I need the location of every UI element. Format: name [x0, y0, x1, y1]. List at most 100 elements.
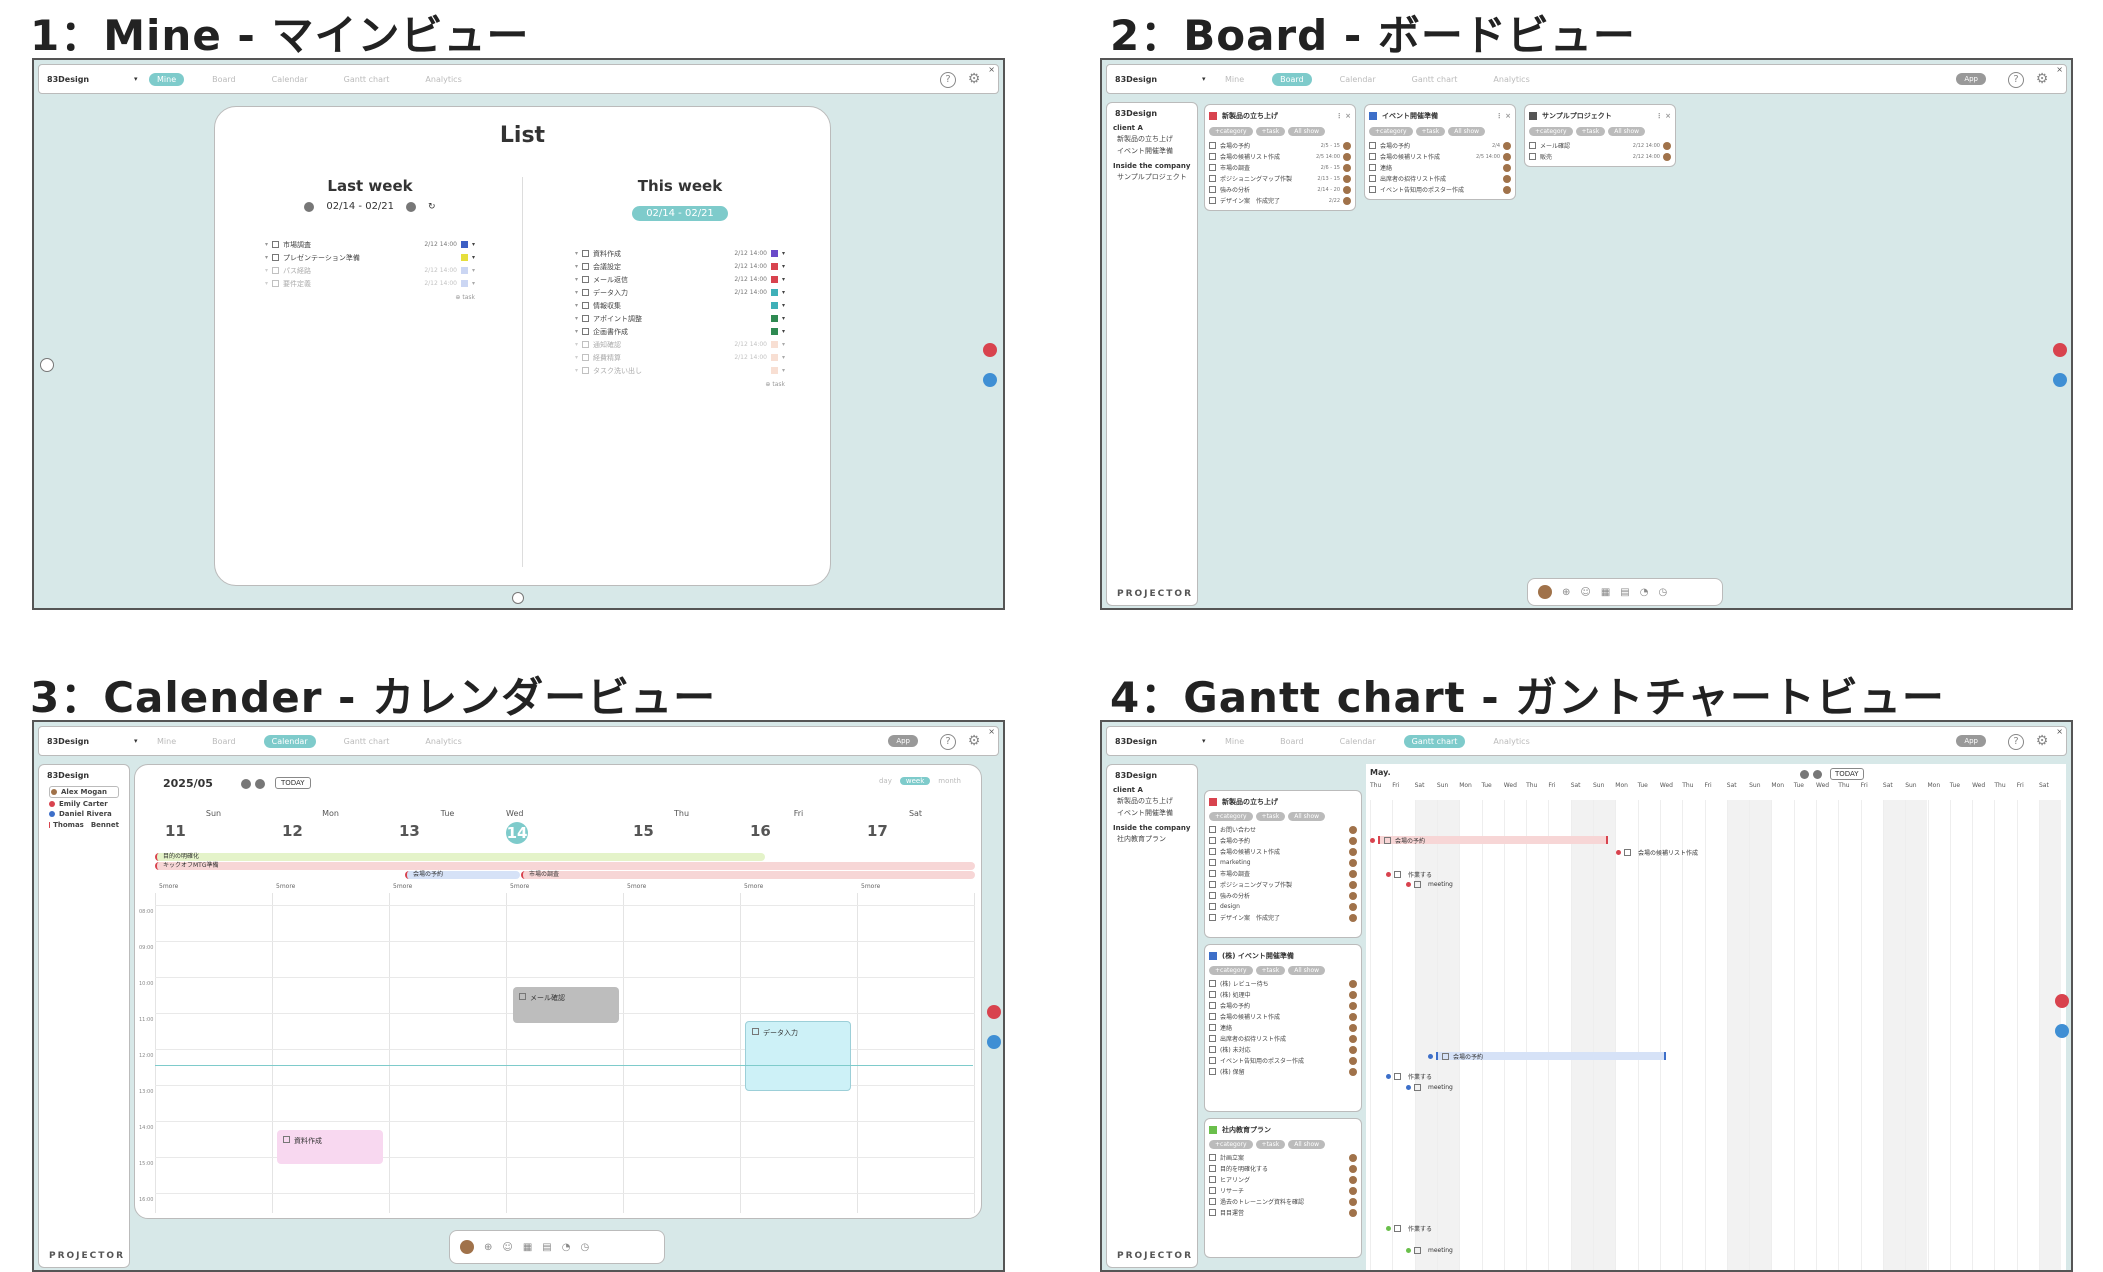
gantt-row[interactable]: 市場の調査 [1209, 868, 1357, 879]
avatar[interactable] [1503, 174, 1511, 183]
add-icon[interactable]: ⊕ [1562, 587, 1570, 598]
task-checkbox[interactable] [1209, 1068, 1216, 1075]
gantt-row[interactable]: お問い合わせ [1209, 824, 1357, 835]
avatar[interactable] [1349, 880, 1357, 889]
gantt-row[interactable]: 出席者の招待リスト作成 [1209, 1033, 1357, 1044]
chevron-down-icon[interactable]: ▾ [134, 737, 138, 745]
task-checkbox[interactable] [272, 241, 280, 248]
tag-button[interactable]: All show [1288, 127, 1326, 136]
drag-handle-icon[interactable]: ▾ [575, 302, 578, 309]
tag-button[interactable]: +task [1255, 127, 1286, 136]
task-checkbox[interactable] [582, 354, 590, 361]
task-color-swatch[interactable] [770, 315, 778, 322]
task-checkbox[interactable] [1209, 1024, 1216, 1031]
sidebar-group[interactable]: Inside the company [1113, 162, 1191, 170]
gantt-bar[interactable]: 作業する [1386, 870, 1432, 879]
avatar[interactable] [1349, 1186, 1357, 1195]
task-row[interactable]: ▾ 資料作成 2/12 14:00 ▾ [575, 247, 785, 260]
task-row[interactable]: 会場の予約 2/4 [1369, 140, 1511, 151]
avatar[interactable] [1663, 152, 1671, 161]
task-row[interactable]: 会場の候補リスト作成 2/5 14:00 [1369, 151, 1511, 162]
gantt-row[interactable]: ポジショニングマップ作製 [1209, 879, 1357, 890]
task-checkbox[interactable] [1209, 1046, 1216, 1053]
member-item[interactable]: Daniel Rivera [49, 810, 119, 818]
task-checkbox[interactable] [1209, 892, 1216, 899]
member-item[interactable]: Alex Mogan [49, 786, 119, 798]
app-button[interactable]: App [1956, 73, 1986, 85]
task-row[interactable]: デザイン案 作成完了 2/22 [1209, 195, 1351, 206]
tab-gantt[interactable]: Gantt chart [1403, 735, 1466, 748]
tab-calendar[interactable]: Calendar [1332, 735, 1384, 748]
gantt-bar[interactable]: 会場の予約 [1428, 1052, 1666, 1061]
avatar[interactable] [1349, 913, 1357, 922]
event-data[interactable]: データ入力 [745, 1021, 851, 1091]
task-row[interactable]: ▾ 企画書作成 ▾ [575, 325, 785, 338]
task-row[interactable]: ▾ 会議設定 2/12 14:00 ▾ [575, 260, 785, 273]
task-checkbox[interactable] [1209, 826, 1216, 833]
sidebar-group[interactable]: Inside the company [1113, 824, 1191, 832]
gantt-row[interactable]: 強みの分析 [1209, 890, 1357, 901]
gantt-row[interactable]: (株) 未対応 [1209, 1044, 1357, 1055]
user-icon[interactable]: ☺ [1580, 587, 1590, 598]
refresh-icon[interactable]: ↻ [428, 202, 436, 212]
avatar[interactable] [1349, 1012, 1357, 1021]
more-label[interactable]: 5more [159, 883, 178, 890]
task-row[interactable]: ▾ 要件定義 2/12 14:00 ▾ [265, 277, 475, 290]
chevron-down-icon[interactable]: ▾ [782, 276, 785, 283]
task-checkbox[interactable] [1209, 881, 1216, 888]
avatar[interactable] [1349, 1153, 1357, 1162]
tag-button[interactable]: +task [1415, 127, 1446, 136]
chevron-down-icon[interactable]: ▾ [782, 328, 785, 335]
next-button[interactable] [255, 779, 265, 789]
task-color-swatch[interactable] [770, 302, 778, 309]
task-checkbox[interactable] [582, 263, 590, 270]
day-header[interactable]: Fri 16 [740, 809, 857, 840]
task-checkbox[interactable] [1209, 1176, 1216, 1183]
gantt-row[interactable]: 会場の予約 [1209, 1000, 1357, 1011]
avatar[interactable] [1503, 163, 1511, 172]
task-color-swatch[interactable] [770, 328, 778, 335]
task-checkbox[interactable] [1209, 914, 1216, 921]
more-icon[interactable]: ⋮ × [1496, 112, 1511, 120]
member-item[interactable]: Thomas Bennet [49, 820, 119, 830]
close-icon[interactable]: × [2056, 727, 2063, 736]
task-checkbox[interactable] [1209, 142, 1216, 149]
tab-analytics[interactable]: Analytics [417, 73, 469, 86]
task-checkbox[interactable] [582, 276, 590, 283]
avatar[interactable] [1349, 869, 1357, 878]
gantt-row[interactable]: 過去のトレーニング資料を確認 [1209, 1196, 1357, 1207]
gantt-row[interactable]: design [1209, 901, 1357, 912]
task-checkbox[interactable] [1209, 1209, 1216, 1216]
task-color-swatch[interactable] [770, 341, 778, 348]
bottom-handle[interactable] [512, 592, 524, 604]
view-day[interactable]: day [879, 777, 892, 785]
tab-analytics[interactable]: Analytics [1485, 73, 1537, 86]
gantt-row[interactable]: イベント告知用のポスター作成 [1209, 1055, 1357, 1066]
tag-button[interactable]: +category [1369, 127, 1413, 136]
tag-button[interactable]: All show [1288, 812, 1326, 821]
clock-icon[interactable]: ◷ [1658, 587, 1667, 598]
task-row[interactable]: 強みの分析 2/14 - 20 [1209, 184, 1351, 195]
calendar-icon[interactable]: ▤ [542, 1242, 551, 1253]
drag-handle-icon[interactable]: ▾ [575, 354, 578, 361]
add-task-button[interactable]: ⊕ task [575, 381, 785, 388]
task-checkbox[interactable] [582, 315, 590, 322]
drag-handle-icon[interactable]: ▾ [575, 250, 578, 257]
view-week[interactable]: week [899, 777, 931, 785]
task-row[interactable]: ポジショニングマップ作製 2/13 - 15 [1209, 173, 1351, 184]
allday-event[interactable]: 目的の明確化 [155, 853, 765, 861]
task-color-swatch[interactable] [460, 254, 468, 261]
task-checkbox[interactable] [1209, 848, 1216, 855]
tab-analytics[interactable]: Analytics [417, 735, 469, 748]
prev-week-button[interactable] [304, 201, 315, 212]
tag-button[interactable]: +category [1209, 127, 1253, 136]
chevron-down-icon[interactable]: ▾ [134, 75, 138, 83]
task-checkbox[interactable] [272, 280, 280, 287]
blue-dot[interactable] [983, 373, 997, 387]
task-checkbox[interactable] [1209, 1057, 1216, 1064]
today-button[interactable]: TODAY [1830, 768, 1864, 780]
task-row[interactable]: ▾ 市場調査 2/12 14:00 ▾ [265, 238, 475, 251]
task-row[interactable]: ▾ プレゼンテーション準備 ▾ [265, 251, 475, 264]
task-checkbox[interactable] [1209, 175, 1216, 182]
red-dot[interactable] [2053, 343, 2067, 357]
